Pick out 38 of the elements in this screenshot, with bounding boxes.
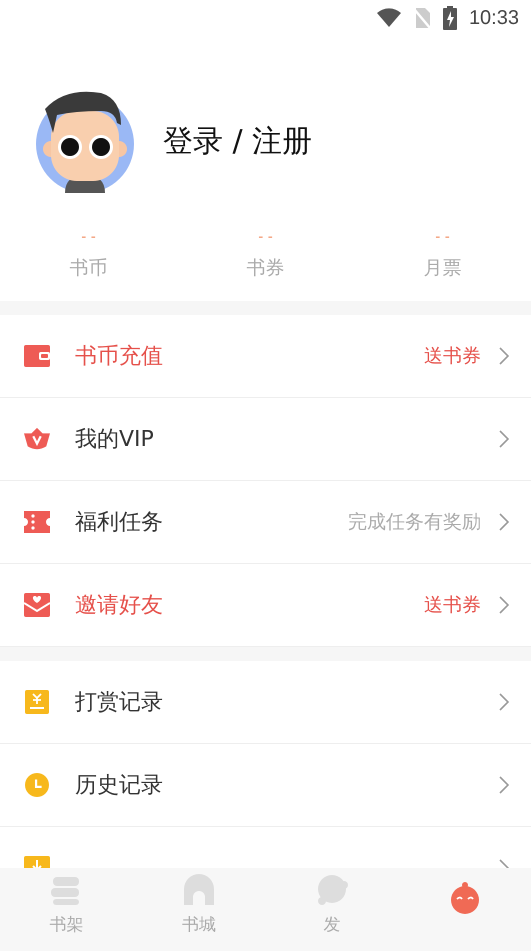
crown-icon [24, 427, 50, 451]
chevron-right-icon [499, 776, 509, 794]
menu-item-hint: 送书券 [424, 344, 481, 369]
chevron-right-icon [499, 347, 509, 365]
battery-charging-icon [442, 6, 457, 30]
stat-value: - - [258, 229, 273, 245]
stat-value: - - [435, 229, 450, 245]
menu-item-hint: 完成任务有奖励 [348, 510, 481, 535]
menu-item[interactable]: 我的VIP [0, 398, 531, 481]
chevron-right-icon [499, 513, 509, 531]
stat-label: 书券 [246, 256, 284, 281]
stat-value: - - [81, 229, 96, 245]
chevron-right-icon [499, 430, 509, 448]
menu-item[interactable]: 打赏记录 [0, 661, 531, 744]
menu-item-label: 我的VIP [75, 426, 155, 454]
envelope-icon [24, 593, 50, 617]
menu-item-label: 书币充值 [75, 343, 164, 371]
arch-icon [182, 873, 216, 907]
chevron-right-icon [499, 596, 509, 614]
menu-item-label: 打赏记录 [75, 689, 164, 717]
clock-icon [24, 773, 50, 797]
yen-receipt-icon [24, 690, 50, 714]
wallet-icon [24, 344, 50, 368]
menu-item[interactable]: 书币充值 送书券 [0, 315, 531, 398]
menu-item[interactable]: 福利任务 完成任务有奖励 [0, 481, 531, 564]
login-link[interactable]: 登录 / 注册 [163, 120, 312, 162]
chevron-right-icon [499, 693, 509, 711]
menu-item-label: 历史记录 [75, 772, 164, 800]
status-time: 10:33 [468, 6, 519, 30]
ticket-icon [24, 510, 50, 534]
wifi-icon [376, 8, 401, 28]
stat-label: 月票 [424, 256, 462, 281]
menu-item-label: 福利任务 [75, 509, 164, 537]
menu-item[interactable]: 邀请好友 送书券 [0, 564, 531, 647]
menu-item[interactable]: 历史记录 [0, 744, 531, 827]
menu-item-label: 邀请好友 [75, 592, 164, 620]
menu-item-hint: 送书券 [424, 593, 481, 618]
stat-label: 书币 [70, 256, 108, 281]
